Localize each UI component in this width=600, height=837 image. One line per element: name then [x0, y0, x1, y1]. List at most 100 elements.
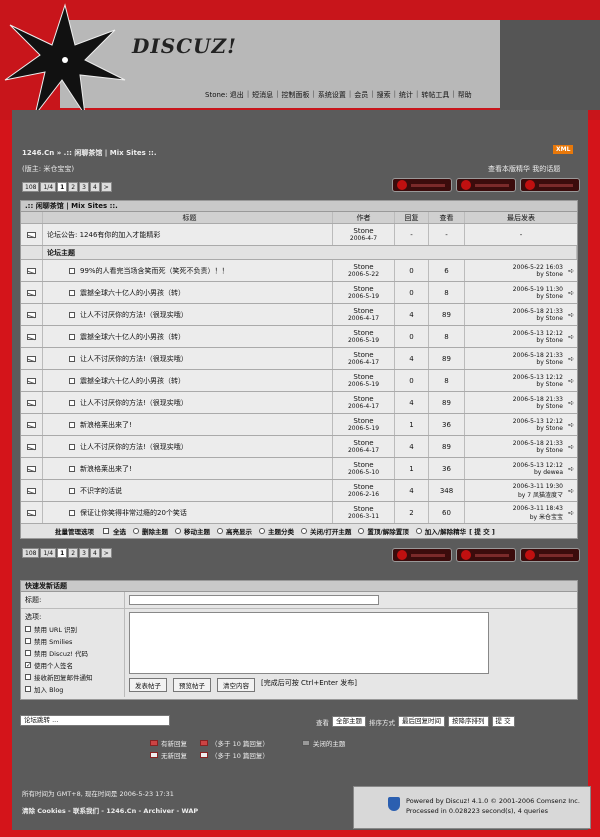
submit-post-button[interactable]: 发表帖子 [129, 678, 167, 692]
author-name[interactable]: Stone [353, 439, 373, 447]
option-checkbox[interactable] [25, 674, 31, 680]
thread-row[interactable]: 不识字的活说 Stone 2006-2-16 4 348 2006-3-11 19:30 b… [21, 480, 577, 502]
announcement-row[interactable]: 论坛公告: 1246有你的加入才能精彩 Stone 2006-4-7 - - - [21, 224, 577, 246]
forum-links[interactable]: 查看本版精华 我的话题 [488, 164, 560, 174]
author-name[interactable]: Stone [353, 461, 373, 469]
goto-last-icon[interactable]: ➪ [568, 399, 574, 407]
thread-row[interactable]: 保证让你笑得非常过瘾的20个笑话 Stone 2006-3-11 2 60 2006-3-… [21, 502, 577, 524]
subject-input[interactable] [129, 595, 379, 605]
new-trade-button[interactable] [520, 548, 580, 562]
batch-radio[interactable] [415, 528, 422, 534]
last-poster[interactable]: by Stone [536, 315, 563, 322]
new-poll-button[interactable] [456, 178, 516, 192]
new-topic-button[interactable] [392, 548, 452, 562]
thread-title[interactable]: 让人不讨厌你的方法!（很现实哦） [80, 398, 188, 408]
thread-checkbox[interactable] [69, 399, 75, 406]
last-post-time[interactable]: 2006-5-22 16:03 [513, 264, 563, 271]
clear-content-button[interactable]: 清空内容 [217, 678, 255, 692]
announcement-title[interactable]: 论坛公告: 1246有你的加入才能精彩 [43, 224, 333, 245]
logo-text[interactable]: DISCUZ! [132, 34, 237, 58]
thread-title[interactable]: 让人不讨厌你的方法!（很现实哦） [80, 354, 188, 364]
thread-title[interactable]: 让人不讨厌你的方法!（很现实哦） [80, 310, 188, 320]
nav-stats[interactable]: 统计 [399, 90, 413, 100]
last-post-time[interactable]: 2006-5-13 12:12 [513, 418, 563, 425]
author-name[interactable]: Stone [353, 505, 373, 513]
thread-title[interactable]: 新浪格莱出来了! [80, 464, 132, 474]
pager-page[interactable]: 2 [68, 182, 79, 192]
option-checkbox[interactable] [25, 650, 31, 656]
batch-radio[interactable] [301, 528, 307, 534]
message-textarea[interactable] [129, 612, 489, 674]
batch-radio[interactable] [259, 528, 265, 534]
pager-next[interactable]: > [100, 548, 112, 558]
preview-post-button[interactable]: 预览帖子 [173, 678, 211, 692]
last-poster[interactable]: by Stone [536, 359, 563, 366]
last-post-time[interactable]: 2006-5-18 21:33 [513, 352, 563, 359]
nav-messages[interactable]: 短消息 [252, 90, 273, 100]
pager-page[interactable]: 3 [79, 548, 89, 558]
thread-title[interactable]: 99%的人看完当场含笑而死（笑死不负责）！！ [80, 266, 229, 276]
author-name[interactable]: Stone [353, 483, 373, 491]
forum-jump-select[interactable]: 论坛跳转 ... [20, 715, 170, 726]
last-poster[interactable]: by Stone [536, 403, 563, 410]
pager-page[interactable]: 3 [79, 182, 89, 192]
thread-checkbox[interactable] [69, 421, 75, 428]
last-poster[interactable]: by dewea [534, 469, 563, 476]
pager-page[interactable]: 2 [68, 548, 79, 558]
nav-system-settings[interactable]: 系统设置 [318, 90, 346, 100]
last-poster[interactable]: by Stone [536, 447, 563, 454]
breadcrumb[interactable]: 1246.Cn » .:: 闲聊茶馆 | Mix Sites ::. [22, 148, 157, 158]
goto-last-icon[interactable]: ➪ [568, 267, 574, 275]
last-post-time[interactable]: 2006-5-18 21:33 [513, 440, 563, 447]
order-select[interactable]: 最后回复时间 [398, 716, 445, 727]
last-poster[interactable]: by Stone [536, 271, 563, 278]
thread-title[interactable]: 不识字的活说 [80, 486, 122, 496]
thread-title[interactable]: 新浪格莱出来了! [80, 420, 132, 430]
last-post-time[interactable]: 2006-5-13 12:12 [513, 330, 563, 337]
last-poster[interactable]: by Stone [536, 381, 563, 388]
new-trade-button[interactable] [520, 178, 580, 192]
thread-checkbox[interactable] [69, 333, 75, 340]
nav-members[interactable]: 会员 [354, 90, 368, 100]
thread-row[interactable]: 新浪格莱出来了! Stone 2006-5-10 1 36 2006-5-13 12:12… [21, 458, 577, 480]
author-name[interactable]: Stone [353, 285, 373, 293]
thread-row[interactable]: 震撼全球六十亿人的小男孩（转） Stone 2006-5-19 0 8 2006-5-13… [21, 326, 577, 348]
moderator[interactable]: (版主: 米仓宝宝) [22, 164, 74, 174]
thread-row[interactable]: 新浪格莱出来了! Stone 2006-5-19 1 36 2006-5-13 12:12… [21, 414, 577, 436]
last-poster[interactable]: by 7 凤猫渣度マ [518, 490, 563, 499]
new-poll-button[interactable] [456, 548, 516, 562]
powered-line-1[interactable]: Powered by Discuz! 4.1.0 © 2001-2006 Com… [406, 797, 580, 805]
last-post-time[interactable]: 2006-5-13 12:12 [513, 374, 563, 381]
view-select[interactable]: 全部主题 [332, 716, 366, 727]
goto-last-icon[interactable]: ➪ [568, 509, 574, 517]
thread-checkbox[interactable] [69, 465, 75, 472]
thread-title[interactable]: 让人不讨厌你的方法!（很现实哦） [80, 442, 188, 452]
option-checkbox[interactable] [25, 686, 31, 692]
batch-submit-button[interactable]: [ 提 交 ] [469, 526, 495, 536]
last-poster[interactable]: by Stone [536, 425, 563, 432]
nav-control-panel[interactable]: 控制面板 [282, 90, 310, 100]
pager-page[interactable]: 1 [57, 182, 68, 192]
pager-page[interactable]: 4 [89, 182, 100, 192]
option-checkbox[interactable] [25, 638, 31, 644]
pager-next[interactable]: > [100, 182, 112, 192]
thread-title[interactable]: 震撼全球六十亿人的小男孩（转） [80, 288, 185, 298]
thread-title[interactable]: 震撼全球六十亿人的小男孩（转） [80, 332, 185, 342]
author-name[interactable]: Stone [353, 263, 373, 271]
direction-select[interactable]: 按降序排列 [448, 716, 489, 727]
sort-submit-button[interactable]: 提 交 [491, 716, 515, 727]
last-post-time[interactable]: 2006-5-19 11:30 [513, 286, 563, 293]
last-poster[interactable]: by 米仓宝宝 [530, 512, 563, 521]
footer-links[interactable]: 清除 Cookies - 联系我们 - 1246.Cn - Archiver -… [22, 805, 198, 815]
select-all-checkbox[interactable] [103, 528, 109, 534]
goto-last-icon[interactable]: ➪ [568, 421, 574, 429]
goto-last-icon[interactable]: ➪ [568, 289, 574, 297]
last-post-time[interactable]: 2006-3-11 18:43 [513, 505, 563, 512]
author-name[interactable]: Stone [353, 373, 373, 381]
thread-checkbox[interactable] [69, 509, 75, 516]
nav-search[interactable]: 搜索 [377, 90, 391, 100]
thread-row[interactable]: 震撼全球六十亿人的小男孩（转） Stone 2006-5-19 0 8 2006-5-13… [21, 370, 577, 392]
thread-row[interactable]: 让人不讨厌你的方法!（很现实哦） Stone 2006-4-17 4 89 2006-5-… [21, 392, 577, 414]
batch-radio[interactable] [358, 528, 365, 534]
goto-last-icon[interactable]: ➪ [568, 311, 574, 319]
